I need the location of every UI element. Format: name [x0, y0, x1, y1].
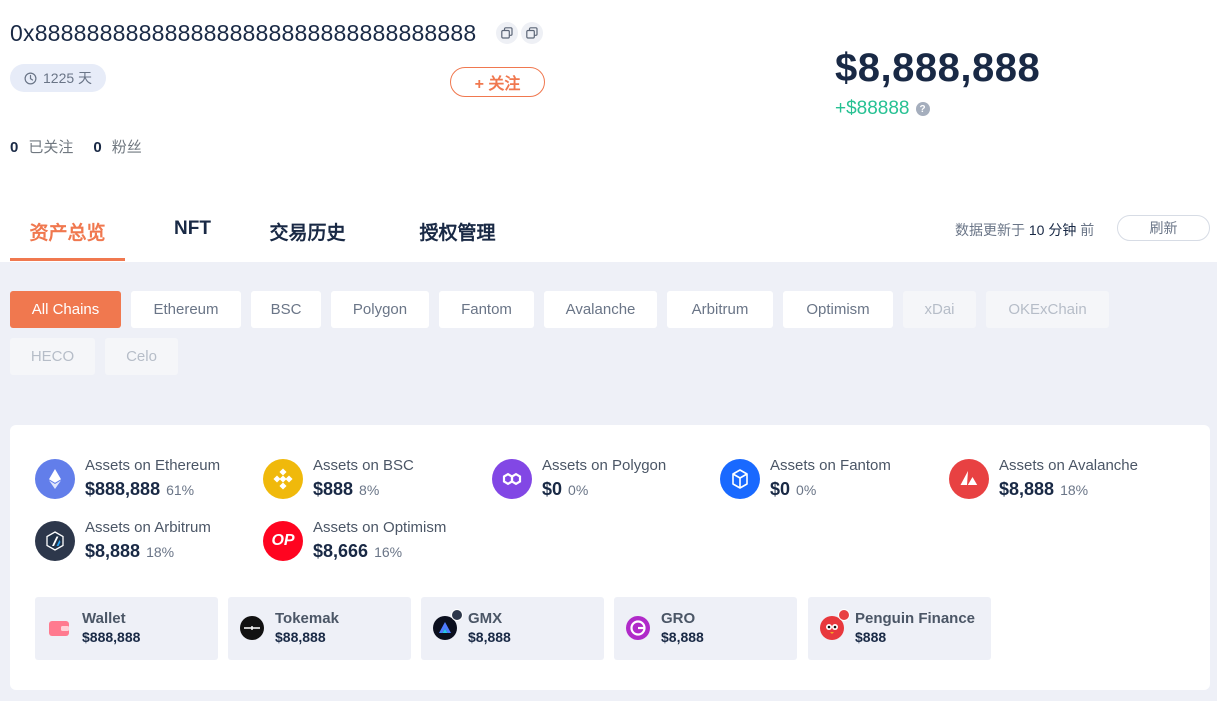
- arbitrum-badge-icon: [451, 609, 463, 621]
- chain-asset-ethereum[interactable]: Assets on Ethereum $888,888 61%: [35, 457, 220, 500]
- update-info: 数据更新于 10 分钟 前: [955, 220, 1094, 240]
- avalanche-badge-icon: [838, 609, 850, 621]
- ethereum-icon: [35, 459, 75, 499]
- chain-asset-percent: 0%: [568, 482, 589, 498]
- assets-card: Assets on Ethereum $888,888 61% Assets on…: [10, 425, 1210, 690]
- following-count: 0: [10, 139, 19, 156]
- followers-label: 粉丝: [111, 139, 142, 156]
- profile-header: 0x8888888888888888888888888888888888 122…: [0, 0, 1217, 262]
- wallet-address: 0x8888888888888888888888888888888888: [10, 20, 477, 46]
- chain-asset-bsc[interactable]: Assets on BSC $888 8%: [263, 457, 414, 500]
- following-stat[interactable]: 0 已关注: [10, 136, 73, 157]
- protocol-value: $888: [855, 629, 887, 645]
- chain-filter-ethereum[interactable]: Ethereum: [131, 291, 241, 328]
- protocol-value: $8,888: [468, 629, 511, 645]
- bsc-icon: [263, 459, 303, 499]
- avalanche-icon: [949, 459, 989, 499]
- update-suffix: 前: [1080, 222, 1095, 238]
- chain-asset-value: $888: [313, 479, 354, 499]
- copy-icon: [501, 27, 513, 39]
- chain-asset-arbitrum[interactable]: Assets on Arbitrum $8,888 18%: [35, 519, 211, 562]
- protocol-name: Wallet: [82, 610, 126, 627]
- chain-filter-bsc[interactable]: BSC: [251, 291, 321, 328]
- protocol-value: $88,888: [275, 629, 326, 645]
- chain-asset-label: Assets on Fantom: [770, 457, 891, 474]
- tokemak-icon: [240, 616, 264, 640]
- chain-asset-fantom[interactable]: Assets on Fantom $0 0%: [720, 457, 891, 500]
- followers-count: 0: [93, 139, 102, 156]
- fantom-icon: [720, 459, 760, 499]
- chain-asset-value: $0: [770, 479, 791, 499]
- chain-asset-percent: 18%: [146, 544, 175, 560]
- chain-asset-label: Assets on Polygon: [542, 457, 667, 474]
- protocol-name: Tokemak: [275, 610, 339, 627]
- chain-asset-value: $0: [542, 479, 563, 499]
- follow-stats: 0 已关注 0 粉丝: [10, 136, 142, 157]
- tab-approval-management[interactable]: 授权管理: [410, 210, 505, 261]
- protocol-name: Penguin Finance: [855, 610, 976, 627]
- copy-icon: [526, 27, 538, 39]
- chain-asset-percent: 16%: [374, 544, 403, 560]
- wallet-age-badge: 1225 天: [10, 64, 107, 92]
- chain-filter-all-chains[interactable]: All Chains: [10, 291, 121, 328]
- chain-asset-value: $888,888: [85, 479, 161, 499]
- total-balance: $8,888,888: [835, 46, 1041, 90]
- chain-asset-value: $8,666: [313, 541, 369, 561]
- chain-asset-label: Assets on Avalanche: [999, 457, 1138, 474]
- tab-transaction-history[interactable]: 交易历史: [260, 210, 355, 261]
- chain-asset-label: Assets on Optimism: [313, 519, 447, 536]
- wallet-icon: [47, 616, 71, 640]
- chain-filter-celo[interactable]: Celo: [105, 338, 178, 375]
- followers-stat[interactable]: 0 粉丝: [93, 136, 141, 157]
- chain-asset-avalanche[interactable]: Assets on Avalanche $8,888 18%: [949, 457, 1138, 500]
- protocol-name: GRO: [661, 610, 696, 627]
- wallet-age-label: 1225 天: [43, 70, 93, 86]
- chain-filter-fantom[interactable]: Fantom: [439, 291, 534, 328]
- protocol-value: $888,888: [82, 629, 141, 645]
- update-prefix: 数据更新于: [955, 222, 1025, 238]
- protocol-name: GMX: [468, 610, 503, 627]
- chain-filter-okexchain[interactable]: OKExChain: [986, 291, 1109, 328]
- clock-icon: [24, 72, 37, 84]
- chain-filter-polygon[interactable]: Polygon: [331, 291, 429, 328]
- chain-asset-label: Assets on Arbitrum: [85, 519, 211, 536]
- chain-asset-percent: 18%: [1060, 482, 1089, 498]
- following-label: 已关注: [28, 139, 74, 156]
- protocol-gmx[interactable]: GMX $8,888: [421, 597, 604, 660]
- tab-asset-overview[interactable]: 资产总览: [10, 210, 125, 261]
- chain-asset-percent: 61%: [166, 482, 195, 498]
- follow-button[interactable]: + 关注: [450, 67, 545, 97]
- protocol-wallet[interactable]: Wallet $888,888: [35, 597, 218, 660]
- protocol-penguin-finance[interactable]: Penguin Finance $888: [808, 597, 991, 660]
- chain-asset-label: Assets on BSC: [313, 457, 414, 474]
- protocol-tokemak[interactable]: Tokemak $88,888: [228, 597, 411, 660]
- copy-address-button[interactable]: [496, 22, 518, 44]
- chain-filter-arbitrum[interactable]: Arbitrum: [667, 291, 773, 328]
- update-time: 10 分钟: [1028, 222, 1077, 238]
- copy-link-button[interactable]: [521, 22, 543, 44]
- chain-asset-percent: 0%: [796, 482, 817, 498]
- chain-filter-heco[interactable]: HECO: [10, 338, 95, 375]
- chain-asset-optimism[interactable]: OP Assets on Optimism $8,666 16%: [263, 519, 446, 562]
- arbitrum-icon: [35, 521, 75, 561]
- chain-filter-optimism[interactable]: Optimism: [783, 291, 893, 328]
- chain-asset-polygon[interactable]: Assets on Polygon $0 0%: [492, 457, 666, 500]
- gro-icon: [626, 616, 650, 640]
- optimism-icon: OP: [263, 521, 303, 561]
- protocol-gro[interactable]: GRO $8,888: [614, 597, 797, 660]
- chain-asset-value: $8,888: [85, 541, 141, 561]
- chain-filter-xdai[interactable]: xDai: [903, 291, 976, 328]
- tab-nft[interactable]: NFT: [160, 210, 225, 261]
- balance-change-row: +$88888 ?: [835, 98, 930, 120]
- chain-asset-percent: 8%: [359, 482, 380, 498]
- protocol-value: $8,888: [661, 629, 704, 645]
- chain-asset-label: Assets on Ethereum: [85, 457, 221, 474]
- chain-asset-value: $8,888: [999, 479, 1055, 499]
- help-icon[interactable]: ?: [915, 102, 930, 116]
- refresh-button[interactable]: 刷新: [1117, 215, 1210, 241]
- polygon-icon: [492, 459, 532, 499]
- main-tabs: 资产总览 NFT 交易历史 授权管理: [10, 210, 505, 261]
- chain-filter-avalanche[interactable]: Avalanche: [544, 291, 657, 328]
- balance-change: +$88888: [835, 98, 910, 119]
